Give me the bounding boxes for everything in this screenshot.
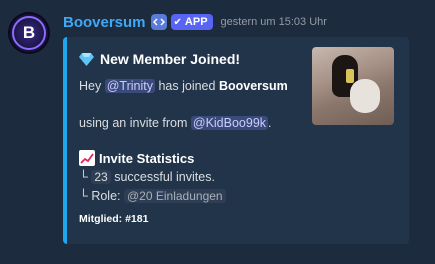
role-line: └ Role: @20 Einladungen [79, 189, 226, 203]
embed-title-text: New Member Joined! [100, 51, 241, 67]
invites-line: └ 23 successful invites. [79, 170, 215, 184]
chart-increasing-icon [79, 150, 95, 166]
embed-footer: Mitglied: #181 [79, 213, 149, 225]
author-name[interactable]: Booversum [63, 14, 146, 31]
avatar-letter: B [22, 23, 36, 42]
thumbnail-phone [346, 69, 354, 83]
inviter-suffix: . [268, 116, 272, 130]
stats-heading: Invite Statistics [79, 150, 194, 166]
bot-avatar[interactable]: B [8, 12, 50, 54]
embed-card: New Member Joined! Hey @Trinity has join… [63, 37, 409, 244]
timestamp[interactable]: gestern um 15:03 Uhr [221, 16, 327, 28]
verified-check-icon: ✔ [173, 16, 182, 28]
app-badge-label: APP [184, 16, 208, 28]
app-badge: ✔ APP [170, 14, 213, 30]
stats-title-text: Invite Statistics [99, 150, 195, 166]
invites-suffix: successful invites. [114, 170, 215, 184]
gem-icon [79, 52, 94, 66]
role-value[interactable]: @20 Einladungen [124, 189, 226, 203]
message-header: Booversum ✔ APP gestern um 15:03 Uhr [63, 12, 327, 32]
tree-branch: └ [79, 170, 88, 184]
inviter-line: using an invite from @KidBoo99k. [79, 116, 272, 130]
server-name: Booversum [218, 79, 288, 93]
role-prefix: └ Role: [79, 189, 121, 203]
thumbnail-arm [350, 79, 380, 113]
embed-title: New Member Joined! [79, 51, 240, 67]
welcome-middle: has joined [158, 79, 216, 93]
code-icon [150, 14, 167, 30]
inviter-mention[interactable]: @KidBoo99k [190, 116, 269, 130]
embed-accent-bar [63, 37, 67, 244]
invites-count: 23 [91, 170, 111, 184]
welcome-line: Hey @Trinity has joined Booversum [79, 79, 288, 93]
new-member-mention[interactable]: @Trinity [104, 79, 155, 93]
welcome-prefix: Hey [79, 79, 102, 93]
member-thumbnail[interactable] [312, 47, 394, 125]
inviter-prefix: using an invite from [79, 116, 188, 130]
